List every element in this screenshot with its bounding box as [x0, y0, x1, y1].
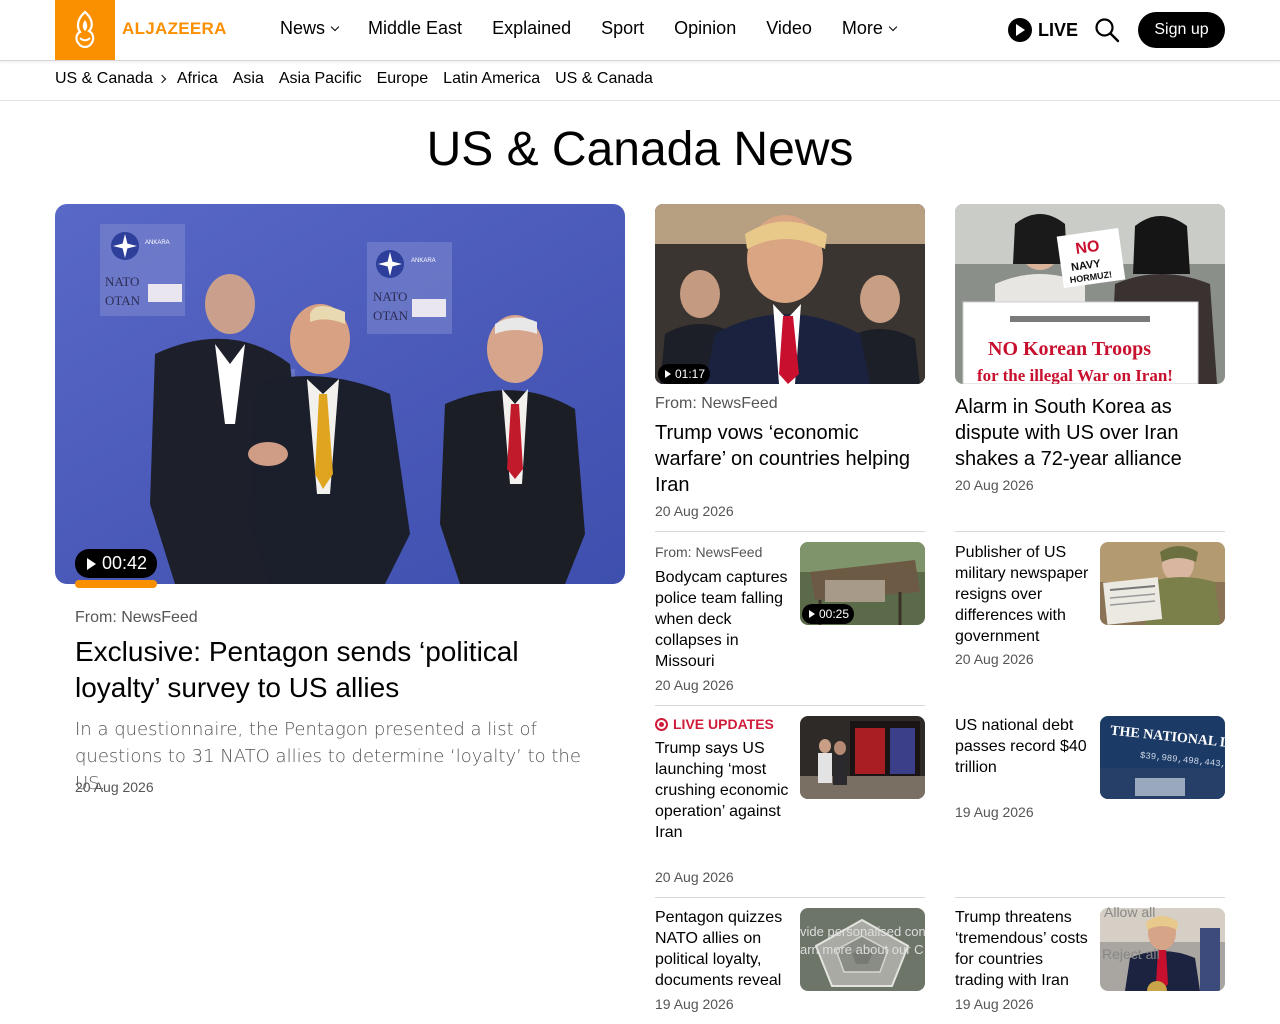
nav-more-label: More	[841, 18, 883, 38]
signup-button[interactable]: Sign up	[1138, 12, 1225, 48]
brand-wordmark[interactable]: ALJAZEERA	[122, 19, 227, 39]
flag-text: OTAN	[373, 308, 409, 323]
nav-news[interactable]: News	[280, 18, 340, 39]
article-date: 20 Aug 2026	[955, 651, 1034, 667]
flag-text: NATO	[105, 274, 139, 289]
article-date: 20 Aug 2026	[955, 477, 1034, 493]
article-headline[interactable]: Alarm in South Korea as dispute with US …	[955, 394, 1220, 472]
article-date: 19 Aug 2026	[955, 996, 1034, 1012]
divider	[655, 897, 925, 898]
chevron-right-icon	[157, 74, 167, 84]
play-icon	[809, 610, 815, 618]
nav-middle-east[interactable]: Middle East	[368, 18, 462, 39]
nav-explained-label: Explained	[492, 18, 572, 38]
article-date: 19 Aug 2026	[955, 804, 1034, 820]
nav-middle-east-label: Middle East	[368, 18, 463, 38]
article-image[interactable]: 00:25	[800, 542, 925, 625]
search-icon[interactable]	[1094, 17, 1120, 43]
live-updates-text: LIVE UPDATES	[673, 716, 774, 732]
live-button[interactable]: LIVE	[1008, 18, 1078, 42]
article-headline[interactable]: Pentagon quizzes NATO allies on politica…	[655, 907, 795, 991]
article-date: 20 Aug 2026	[655, 677, 734, 693]
breadcrumb-current: US & Canada	[55, 70, 153, 87]
nav-opinion-label: Opinion	[674, 18, 737, 38]
hero-source: From: NewsFeed	[75, 609, 198, 626]
video-duration-badge: 00:42	[75, 549, 157, 578]
video-progress-bar	[75, 580, 157, 588]
article-date: 20 Aug 2026	[655, 869, 734, 885]
play-icon	[87, 557, 96, 570]
sign-text: for the illegal War on Iran!	[977, 366, 1173, 384]
live-dot-icon	[655, 717, 668, 731]
nav-sport-label: Sport	[601, 18, 645, 38]
banner-text: ANKARA	[411, 258, 436, 264]
article-headline[interactable]: Publisher of US military newspaper resig…	[955, 542, 1095, 647]
article-image[interactable]	[1100, 542, 1225, 625]
chevron-down-icon	[888, 22, 898, 31]
hero-headline[interactable]: Exclusive: Pentagon sends ‘political loy…	[75, 634, 605, 706]
consent-text: vide personalised con	[800, 924, 926, 939]
breadcrumb[interactable]: US & Canada	[55, 70, 169, 88]
chevron-down-icon	[330, 22, 340, 31]
flag-text: OTAN	[105, 293, 141, 308]
hero-date: 20 Aug 2026	[75, 779, 154, 795]
article-headline[interactable]: Trump threatens ‘tremendous’ costs for c…	[955, 907, 1095, 991]
allow-all-button[interactable]: Allow all	[1104, 904, 1155, 920]
aljazeera-logo-icon[interactable]	[55, 0, 115, 60]
duration-text: 01:17	[675, 367, 706, 381]
divider	[655, 531, 925, 532]
nav-opinion[interactable]: Opinion	[674, 18, 736, 39]
play-icon	[665, 370, 671, 378]
nav-video[interactable]: Video	[766, 18, 812, 39]
nav-news-label: News	[280, 18, 326, 38]
nav-video-label: Video	[766, 18, 812, 38]
hero-image[interactable]: ANKARA NATO OTAN ANKARA NATO OTAN NATO O…	[55, 204, 625, 584]
article-headline[interactable]: Trump vows ‘economic warfare’ on countri…	[655, 420, 920, 498]
flag-text: NATO	[373, 289, 407, 304]
live-label: LIVE	[1038, 19, 1079, 40]
nav-sport[interactable]: Sport	[601, 18, 644, 39]
article-headline[interactable]: US national debt passes record $40 trill…	[955, 715, 1095, 778]
article-source: From: NewsFeed	[655, 395, 778, 412]
hero-summary: In a questionnaire, the Pentagon present…	[75, 719, 581, 794]
duration-text: 00:25	[819, 607, 850, 621]
article-image[interactable]	[800, 716, 925, 799]
duration-text: 00:42	[102, 553, 148, 573]
subnav-asia[interactable]: Asia	[233, 70, 264, 88]
nav-explained[interactable]: Explained	[492, 18, 571, 39]
article-headline[interactable]: Bodycam captures police team falling whe…	[655, 567, 795, 672]
article-date: 20 Aug 2026	[655, 503, 734, 519]
page-title: US & Canada News	[426, 123, 854, 176]
site-header: ALJAZEERA News Middle East Explained Spo…	[0, 0, 1280, 61]
article-date: 19 Aug 2026	[655, 996, 734, 1012]
live-updates-badge: LIVE UPDATES	[655, 716, 774, 732]
banner-text: ANKARA	[145, 240, 170, 246]
reject-all-button[interactable]: Reject all	[1102, 946, 1160, 962]
subnav-asia-pacific[interactable]: Asia Pacific	[279, 70, 362, 88]
play-icon	[1008, 18, 1032, 42]
article-image[interactable]: NO NAVY HORMUZ! NO Korean Troops for the…	[955, 204, 1225, 384]
article-headline[interactable]: Trump says US launching ‘most crushing e…	[655, 738, 795, 843]
divider	[955, 531, 1225, 532]
subnav-europe[interactable]: Europe	[377, 70, 429, 88]
video-duration-badge: 00:25	[802, 604, 854, 624]
subnav-latin-america[interactable]: Latin America	[443, 70, 540, 88]
region-subnav: US & Canada Africa Asia Asia Pacific Eur…	[0, 61, 1280, 101]
subnav-us-canada[interactable]: US & Canada	[555, 70, 653, 88]
subnav-africa[interactable]: Africa	[177, 70, 218, 88]
article-image[interactable]: 01:17	[655, 204, 925, 384]
consent-text: arn more about our C	[800, 942, 924, 957]
article-source: From: NewsFeed	[655, 544, 763, 560]
video-duration-badge: 01:17	[658, 364, 710, 384]
sign-text: NO	[1074, 238, 1100, 258]
article-image[interactable]: THE NATIONAL DEBT $39,989,498,443,76	[1100, 716, 1225, 799]
divider	[655, 705, 925, 706]
main-nav: News Middle East Explained Sport Opinion…	[280, 18, 898, 39]
divider	[955, 897, 1225, 898]
sign-text: NO Korean Troops	[988, 338, 1151, 360]
nav-more[interactable]: More	[841, 18, 898, 39]
